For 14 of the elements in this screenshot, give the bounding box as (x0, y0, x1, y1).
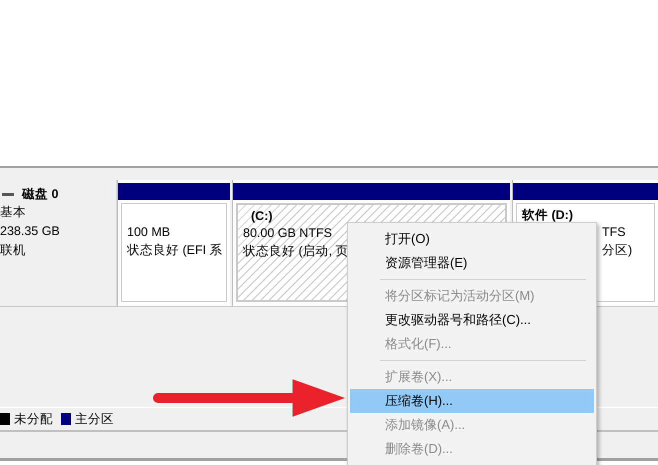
partition-info: 状态良好 (启动, 页 (243, 243, 349, 260)
legend-label: 未分配 (14, 410, 53, 428)
legend-label: 主分区 (75, 410, 114, 428)
disk-status: 联机 (0, 242, 27, 259)
partition-info: 分区) (601, 242, 632, 259)
disk-size: 238.35 GB (0, 223, 61, 240)
partition-info: 状态良好 (EFI 系 (127, 242, 223, 259)
disk-type: 基本 (0, 204, 27, 221)
partition-info: 100 MB (127, 224, 170, 241)
disk-name: 磁盘 0 (22, 186, 58, 203)
partition-info: TFS (601, 224, 626, 241)
partition-label: 软件 (D:) (522, 207, 574, 223)
partition-info: 80.00 GB NTFS (243, 225, 332, 242)
partition-label: (C:) (250, 208, 274, 224)
